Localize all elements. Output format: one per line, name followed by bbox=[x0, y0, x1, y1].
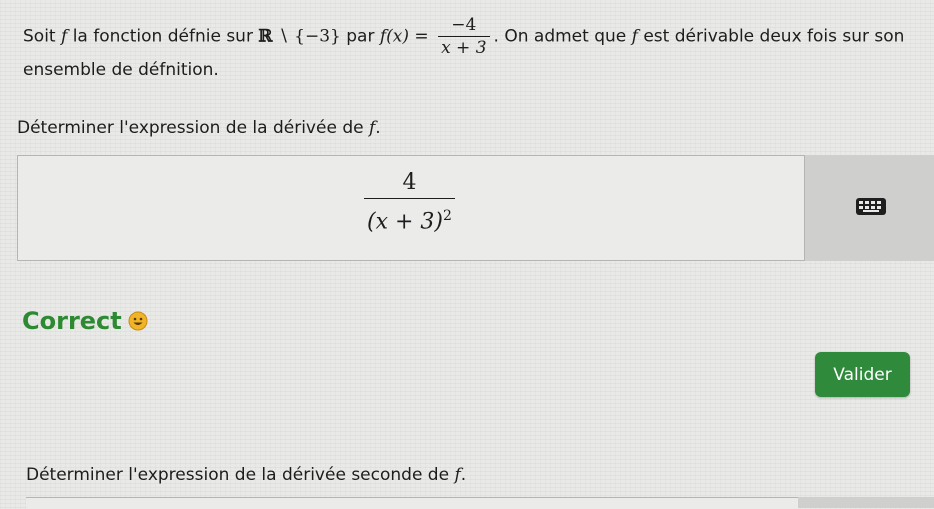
intro-text: Soit bbox=[23, 26, 56, 47]
defined-text: la fonction défnie sur bbox=[72, 26, 253, 47]
problem-statement: Soit f la fonction défnie sur ℝ ∖ {−3} p… bbox=[23, 16, 923, 57]
answer-input-box-2[interactable] bbox=[26, 497, 798, 509]
after-text-2: est dérivable deux fois sur son bbox=[643, 26, 905, 47]
fraction-numerator: −4 bbox=[451, 15, 477, 35]
question-first-derivative: Déterminer l'expression de la dérivée de… bbox=[17, 117, 381, 139]
validate-button[interactable]: Valider bbox=[815, 352, 910, 397]
function-symbol: f bbox=[61, 26, 68, 47]
question2-text: Déterminer l'expression de la dérivée se… bbox=[26, 465, 450, 485]
function-expression: f(x) bbox=[379, 26, 409, 47]
problem-statement-line2: ensemble de défnition. bbox=[23, 60, 219, 80]
question2-end: . bbox=[460, 465, 467, 485]
answer-denominator: (x + 3)2 bbox=[364, 198, 455, 237]
real-set-symbol: ℝ bbox=[258, 26, 273, 47]
par-text: par bbox=[346, 26, 375, 47]
keyboard-panel-2[interactable] bbox=[798, 497, 934, 508]
function-fraction: −4 x + 3 bbox=[438, 15, 490, 57]
answer-denominator-base: (x + 3) bbox=[367, 209, 443, 235]
answer-numerator: 4 bbox=[402, 170, 417, 195]
smile-icon bbox=[128, 311, 148, 331]
question-second-derivative: Déterminer l'expression de la dérivée se… bbox=[26, 464, 466, 486]
question1-text: Déterminer l'expression de la dérivée de bbox=[17, 118, 364, 138]
keyboard-icon[interactable] bbox=[856, 198, 886, 215]
function-symbol-2: f bbox=[631, 26, 638, 47]
feedback-correct-label: Correct bbox=[22, 307, 122, 335]
answer-denominator-exponent: 2 bbox=[443, 208, 452, 224]
equals-sign: = bbox=[414, 26, 429, 47]
after-text: . On admet que bbox=[493, 26, 627, 47]
fraction-denominator: x + 3 bbox=[438, 36, 490, 57]
question1-end: . bbox=[375, 118, 381, 138]
answer-fraction: 4 (x + 3)2 bbox=[364, 170, 455, 237]
domain-exclusion: ∖ {−3} bbox=[272, 26, 341, 47]
